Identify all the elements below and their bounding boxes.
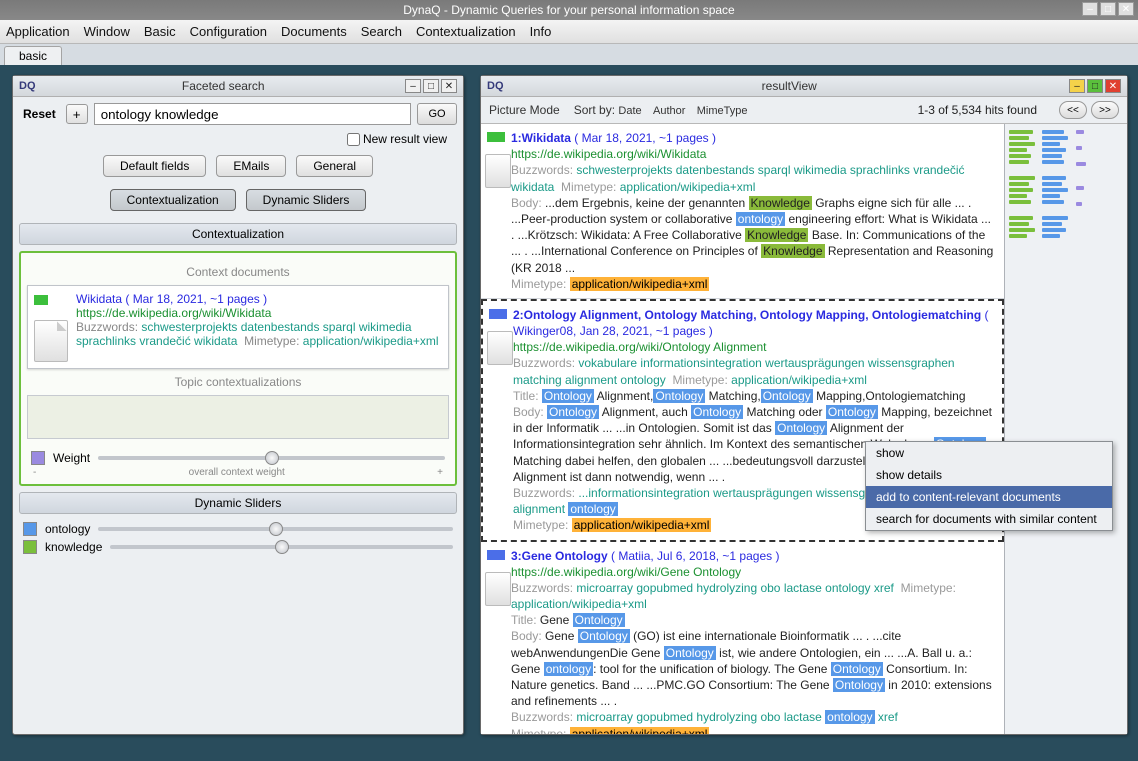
result-item-3[interactable]: 3:Gene Ontology ( Matiia, Jul 6, 2018, ~… — [481, 542, 1004, 735]
window-close-button[interactable]: ✕ — [1118, 2, 1134, 16]
ctxmenu-add-relevant[interactable]: add to content-relevant documents — [866, 486, 1112, 508]
weight-minus: - — [33, 467, 36, 478]
dynaq-logo-icon: DQ — [487, 80, 504, 92]
dynaq-logo-icon: DQ — [19, 80, 36, 92]
weight-label: Weight — [53, 451, 90, 465]
next-page-button[interactable]: >> — [1091, 101, 1119, 119]
context-menu: show show details add to content-relevan… — [865, 441, 1113, 531]
topic-area — [27, 395, 449, 439]
search-input[interactable] — [94, 103, 411, 125]
result-list[interactable]: 1:Wikidata ( Mar 18, 2021, ~1 pages ) ht… — [481, 124, 1005, 734]
topic-contextualizations-header: Topic contextualizations — [27, 375, 449, 389]
context-panel: Context documents Wikidata ( Mar 18, 202… — [19, 251, 457, 486]
result-view-window: DQ resultView Picture Mode Sort by: Date… — [480, 75, 1128, 735]
new-result-view-label: New result view — [363, 132, 447, 146]
go-button[interactable]: GO — [417, 103, 457, 125]
main-menubar: Application Window Basic Configuration D… — [0, 20, 1138, 44]
dynamic-sliders-button[interactable]: Dynamic Sliders — [246, 189, 367, 211]
resultview-title: resultView — [510, 79, 1070, 93]
window-minimize-button[interactable]: – — [1082, 2, 1098, 16]
sort-author[interactable]: Author — [653, 105, 685, 117]
relevance-marker-icon — [34, 295, 48, 305]
menu-window[interactable]: Window — [84, 24, 130, 39]
ctxdoc-meta: ( Mar 18, 2021, ~1 pages ) — [125, 292, 267, 306]
document-icon — [34, 320, 68, 362]
app-title: DynaQ - Dynamic Queries for your persona… — [403, 3, 734, 17]
menu-basic[interactable]: Basic — [144, 24, 176, 39]
context-documents-header: Context documents — [27, 265, 449, 279]
document-icon — [487, 331, 513, 365]
reset-label[interactable]: Reset — [19, 107, 60, 121]
minimap-panel[interactable] — [1005, 124, 1127, 734]
ontology-slider[interactable] — [98, 527, 453, 531]
weight-color-icon — [31, 451, 45, 465]
sort-date[interactable]: Date — [618, 105, 641, 117]
weight-slider[interactable] — [98, 456, 445, 460]
faceted-search-window: DQ Faceted search ✕ Reset + GO New resu — [12, 75, 464, 735]
hits-label: 1-3 of 5,534 hits found — [918, 103, 1037, 117]
ontology-slider-label: ontology — [45, 522, 90, 536]
ctxmenu-show[interactable]: show — [866, 442, 1112, 464]
resultview-close-button[interactable] — [1105, 79, 1121, 93]
menu-configuration[interactable]: Configuration — [190, 24, 267, 39]
ctxdoc-url: https://de.wikipedia.org/wiki/Wikidata — [76, 306, 271, 320]
general-button[interactable]: General — [296, 155, 373, 177]
sort-mimetype[interactable]: MimeType — [697, 105, 748, 117]
ctxdoc-title: Wikidata — [76, 292, 122, 306]
prev-page-button[interactable]: << — [1059, 101, 1087, 119]
knowledge-slider[interactable] — [110, 545, 453, 549]
faceted-close-button[interactable]: ✕ — [441, 79, 457, 93]
contextualization-button[interactable]: Contextualization — [110, 189, 236, 211]
resultview-minimize-button[interactable] — [1069, 79, 1085, 93]
menu-documents[interactable]: Documents — [281, 24, 347, 39]
contextualization-section-header[interactable]: Contextualization — [19, 223, 457, 245]
default-fields-button[interactable]: Default fields — [103, 155, 206, 177]
document-icon — [485, 572, 511, 606]
sortby-label: Sort by: — [574, 103, 615, 117]
ctxmenu-show-details[interactable]: show details — [866, 464, 1112, 486]
relevance-marker-icon — [487, 550, 505, 560]
knowledge-color-icon — [23, 540, 37, 554]
knowledge-slider-label: knowledge — [45, 540, 102, 554]
document-icon — [485, 154, 511, 188]
ontology-color-icon — [23, 522, 37, 536]
faceted-maximize-button[interactable] — [423, 79, 439, 93]
ctxdoc-buzz-label: Buzzwords: — [76, 320, 138, 334]
new-result-view-checkbox[interactable] — [347, 133, 360, 146]
dynamic-sliders-section-header[interactable]: Dynamic Sliders — [19, 492, 457, 514]
weight-scale-label: overall context weight — [189, 467, 285, 478]
menu-search[interactable]: Search — [361, 24, 402, 39]
context-document[interactable]: Wikidata ( Mar 18, 2021, ~1 pages ) http… — [27, 285, 449, 369]
tab-basic[interactable]: basic — [4, 46, 62, 65]
ctxdoc-mime: application/wikipedia+xml — [303, 334, 439, 348]
faceted-minimize-button[interactable] — [405, 79, 421, 93]
tabbar: basic — [0, 44, 1138, 65]
window-maximize-button[interactable]: □ — [1100, 2, 1116, 16]
emails-button[interactable]: EMails — [216, 155, 286, 177]
menu-application[interactable]: Application — [6, 24, 70, 39]
menu-info[interactable]: Info — [530, 24, 552, 39]
menu-contextualization[interactable]: Contextualization — [416, 24, 516, 39]
result-item-1[interactable]: 1:Wikidata ( Mar 18, 2021, ~1 pages ) ht… — [481, 124, 1004, 299]
add-query-button[interactable]: + — [66, 104, 88, 124]
relevance-marker-icon — [487, 132, 505, 142]
resultview-maximize-button[interactable] — [1087, 79, 1103, 93]
relevance-marker-icon — [489, 309, 507, 319]
ctxmenu-search-similar[interactable]: search for documents with similar conten… — [866, 508, 1112, 530]
ctxdoc-mime-label: Mimetype: — [244, 334, 299, 348]
app-titlebar: DynaQ - Dynamic Queries for your persona… — [0, 0, 1138, 20]
faceted-title: Faceted search — [42, 79, 406, 93]
picture-mode-button[interactable]: Picture Mode — [489, 103, 560, 117]
weight-plus: + — [437, 467, 443, 478]
